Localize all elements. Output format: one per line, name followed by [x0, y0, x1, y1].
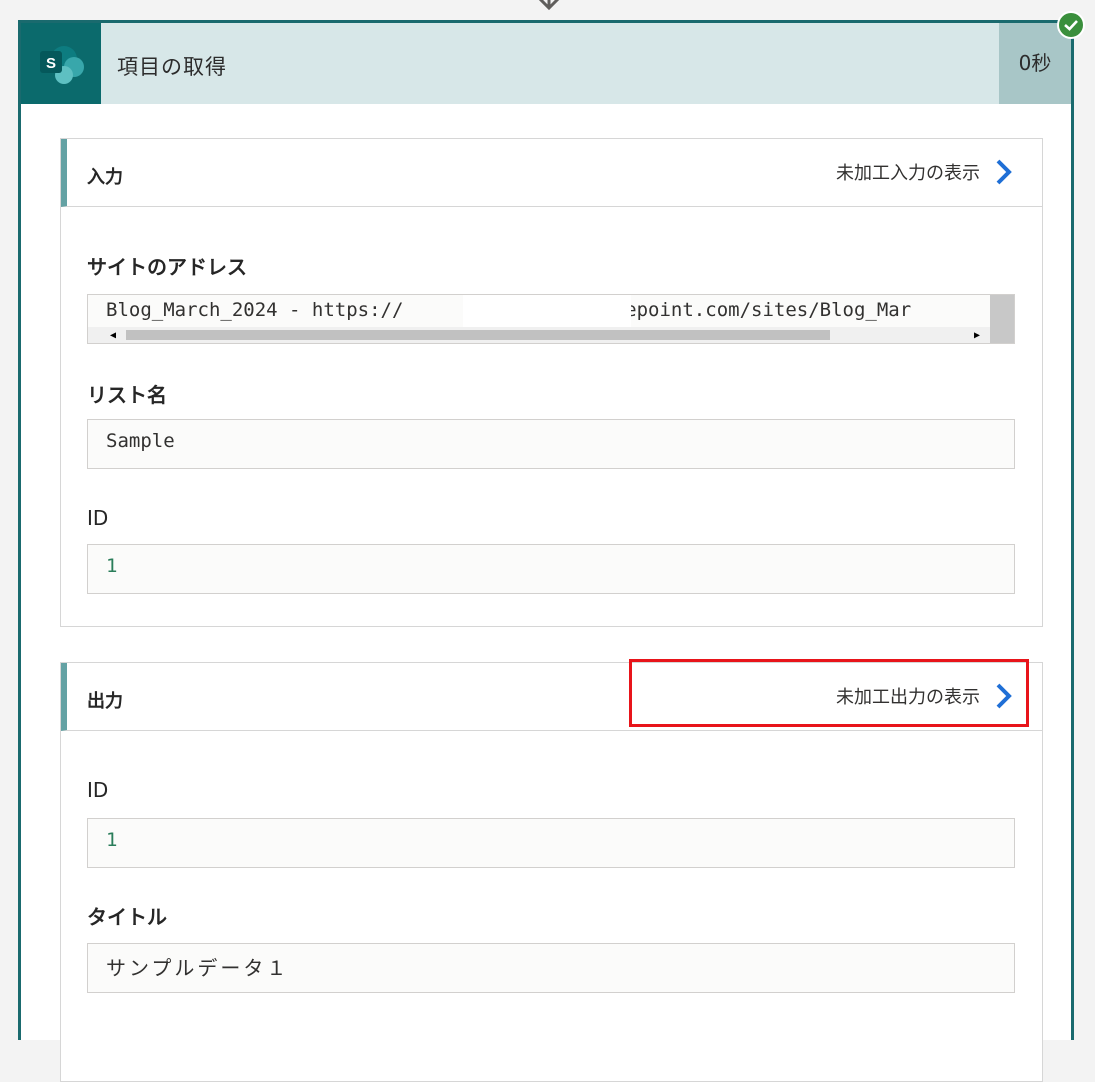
scroll-right-icon[interactable]: ▶	[974, 330, 980, 341]
site-address-label: サイトのアドレス	[87, 255, 247, 279]
list-name-field[interactable]: Sample	[87, 419, 1015, 469]
input-id-field[interactable]: 1	[87, 544, 1015, 594]
action-card: S 項目の取得 0秒 入力 未加工入力の表示 サイトのアドレス Blog_Mar…	[18, 20, 1074, 1082]
output-title-value: サンプルデータ１	[106, 956, 290, 980]
sharepoint-icon: S	[40, 46, 84, 84]
output-title-label: タイトル	[87, 905, 167, 929]
action-title: 項目の取得	[117, 55, 227, 79]
scroll-left-icon[interactable]: ◀	[110, 330, 116, 341]
down-arrow-icon	[538, 0, 560, 11]
horizontal-scrollbar[interactable]: ◀ ▶	[88, 327, 1014, 343]
output-id-value: 1	[106, 829, 118, 851]
inputs-title: 入力	[87, 167, 123, 188]
site-address-field[interactable]: Blog_March_2024 - https://sharepoint.com…	[87, 294, 1015, 344]
success-check-icon	[1057, 11, 1085, 39]
list-name-label: リスト名	[87, 383, 167, 407]
list-name-value: Sample	[106, 430, 175, 452]
connector-icon-box: S	[21, 23, 101, 104]
inputs-header: 入力 未加工入力の表示	[61, 139, 1042, 207]
outputs-title: 出力	[87, 691, 123, 712]
output-id-label: ID	[87, 778, 109, 802]
input-id-label: ID	[87, 506, 109, 530]
output-title-field[interactable]: サンプルデータ１	[87, 943, 1015, 993]
output-id-field[interactable]: 1	[87, 818, 1015, 868]
chevron-right-icon[interactable]	[994, 157, 1014, 187]
svg-text:S: S	[46, 55, 56, 72]
show-raw-inputs-link[interactable]: 未加工入力の表示	[836, 159, 980, 185]
highlight-box	[629, 659, 1029, 727]
vertical-scrollbar[interactable]	[990, 295, 1014, 343]
input-id-value: 1	[106, 555, 118, 577]
inputs-section: 入力 未加工入力の表示 サイトのアドレス Blog_March_2024 - h…	[60, 138, 1043, 627]
action-header[interactable]: S 項目の取得 0秒	[21, 23, 1071, 104]
scrollbar-thumb[interactable]	[126, 330, 830, 340]
